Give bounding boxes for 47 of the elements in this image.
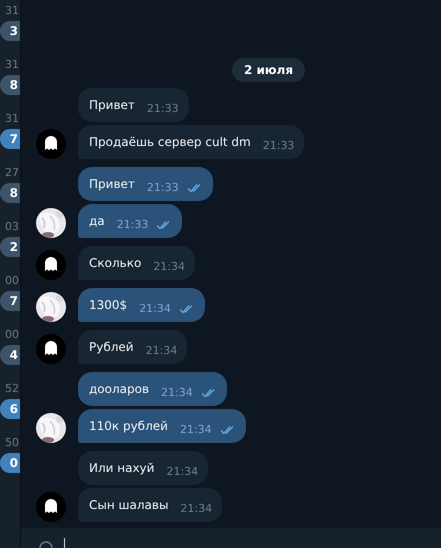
message-time: 21:34 xyxy=(153,260,186,274)
unread-badge: 8 xyxy=(0,75,20,95)
message-text: 110к рублей xyxy=(89,418,168,435)
message-time: 21:34 xyxy=(139,302,171,316)
unread-badge: 8 xyxy=(0,183,20,203)
chat-time: 52 xyxy=(5,382,19,396)
chat-time: 31 xyxy=(5,112,19,126)
message-time: 21:33 xyxy=(116,218,148,232)
message-text: да xyxy=(89,213,105,230)
message-text: 1300$ xyxy=(89,297,128,314)
unread-badge: 4 xyxy=(0,345,20,365)
double-check-icon xyxy=(200,388,217,398)
message-time: 21:34 xyxy=(166,465,198,479)
message-text: Продаёшь сервер cult dm xyxy=(89,134,251,151)
message-time: 21:34 xyxy=(180,502,212,516)
double-check-icon xyxy=(156,220,172,230)
unread-badge: 3 xyxy=(0,21,20,41)
double-check-icon xyxy=(220,425,236,435)
message-time: 21:34 xyxy=(146,344,178,358)
chat-time: 03 xyxy=(5,220,19,234)
message-time: 21:34 xyxy=(180,423,212,437)
chat-time: 00 xyxy=(5,328,19,342)
message-text: Сын шалавы xyxy=(89,497,168,514)
unread-badge: 7 xyxy=(0,129,20,149)
unread-badge: 6 xyxy=(0,399,20,419)
double-check-icon xyxy=(178,304,195,314)
chat-time: 50 xyxy=(5,436,19,450)
message-text: Привет xyxy=(89,176,135,193)
message-time: 21:33 xyxy=(146,102,179,116)
chat-time: 31 xyxy=(5,4,19,18)
double-check-icon xyxy=(186,183,203,193)
chat-time: 27 xyxy=(5,166,19,180)
date-pill: 2 июля xyxy=(232,58,306,82)
unread-badge: 0 xyxy=(0,453,20,473)
message-text: Привет xyxy=(89,97,135,114)
chat-time: 31 xyxy=(5,58,19,72)
message-time: 21:33 xyxy=(146,181,179,195)
message-input[interactable] xyxy=(21,528,441,548)
unread-badge: 7 xyxy=(0,291,20,311)
message-text: Рублей xyxy=(89,339,134,356)
message-text: Сколько xyxy=(89,255,142,272)
message-text: Или нахуй xyxy=(89,460,154,477)
message-time: 21:33 xyxy=(262,139,294,153)
chat-time: 00 xyxy=(5,274,19,288)
unread-badge: 2 xyxy=(0,237,20,257)
message-text: дооларов xyxy=(89,381,150,398)
message-time: 21:34 xyxy=(161,386,193,400)
